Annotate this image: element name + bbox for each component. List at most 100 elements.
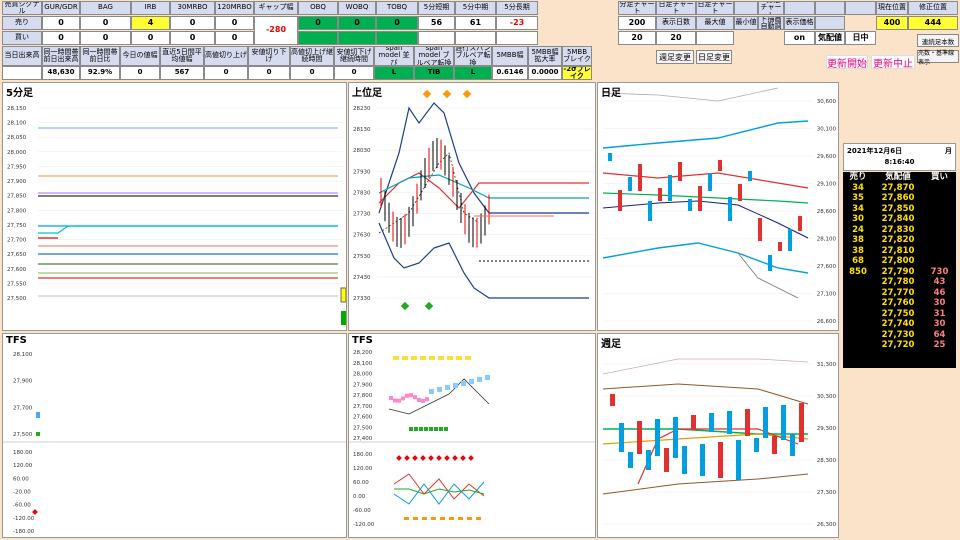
axis-tick-label: 27,700: [13, 405, 33, 411]
board-price: 27,780: [881, 277, 915, 287]
settings-header: [815, 16, 845, 30]
update-start-button[interactable]: 更新開始: [826, 55, 868, 70]
weekly-change-button[interactable]: 週足変更: [656, 50, 694, 64]
daily-change-button[interactable]: 日足変更: [696, 50, 732, 64]
signal-value: 0: [42, 31, 80, 45]
axis-tick-label: -180.00: [13, 529, 35, 535]
metric-value: 0: [290, 66, 334, 80]
chart-title: TFS: [6, 335, 27, 346]
signal-value: [298, 31, 338, 45]
candle: [628, 177, 632, 191]
table-header: 安値切下げ継続時間: [334, 46, 374, 66]
axis-tick-label: 28230: [353, 106, 371, 112]
signal-value: [376, 31, 418, 45]
candle: [619, 423, 624, 452]
settings-header: [734, 1, 758, 15]
board-buy-qty: 64: [933, 329, 946, 340]
chart-tfs-1: TFS 28,100 27,900 27,700 27,500 180.00 120.00…: [2, 333, 347, 538]
candle: [798, 216, 802, 231]
metric-value: 48,630: [42, 66, 80, 80]
series-line: [602, 87, 779, 102]
signal-marker: [36, 432, 40, 436]
axis-tick-label: 28,000: [353, 372, 373, 378]
candle: [745, 409, 750, 436]
axis-tick-label: 30,600: [817, 99, 837, 105]
board-price: 27,860: [881, 193, 915, 203]
table-header: 安値切り下げ: [248, 46, 290, 66]
chart-weekly: 週足 31,300 30,300 29,300 28,300 27,300 26,300: [597, 333, 839, 538]
axis-tick-label: 26,600: [817, 319, 837, 325]
table-header: 5分短期: [418, 1, 455, 15]
settings-header: [845, 1, 876, 15]
update-stop-button[interactable]: 更新中止: [871, 55, 915, 70]
candle: [781, 405, 786, 440]
board-sell-qty: [843, 288, 873, 299]
axis-tick-label: 180.00: [353, 452, 373, 458]
table-header: 今日の値幅: [120, 46, 160, 66]
board-row: 38 27,820: [843, 235, 956, 246]
signal-marker: [36, 412, 40, 418]
board-buy-qty: [923, 235, 956, 246]
candle: [688, 199, 692, 211]
axis-tick-label: 27430: [353, 275, 371, 281]
axis-tick-label: 27830: [353, 190, 371, 196]
board-row: 27,750 31: [843, 309, 956, 320]
candle: [718, 160, 722, 171]
axis-tick-label: 27,800: [353, 393, 373, 399]
board-buy-qty: 730: [930, 266, 949, 277]
axis-tick-label: 28,100: [817, 237, 837, 243]
axis-tick-label: 27,500: [7, 296, 27, 302]
board-buy-qty: [923, 214, 956, 225]
series-line: [602, 473, 809, 495]
board-header: 2021年12月6日 月 8:16:40: [843, 143, 956, 171]
axis-tick-label: 28,600: [817, 209, 837, 215]
board-row: 850 27,790 730: [843, 267, 956, 278]
table-header: 売買シグナル: [2, 1, 42, 15]
arrow-icon: [341, 311, 346, 325]
axis-tick-label: 0.00: [353, 494, 366, 500]
signal-value: 56: [418, 16, 455, 30]
table-header: ギャップ幅: [254, 1, 298, 15]
metric-value: 0.0000: [528, 66, 562, 80]
axis-tick-label: 29,100: [817, 182, 837, 188]
axis-tick-label: -120.00: [353, 522, 375, 528]
axis-tick-label: 120.00: [353, 466, 373, 472]
board-row: 34 27,870: [843, 183, 956, 194]
board-buy-qty: 31: [933, 308, 946, 319]
arrow-icon: [340, 287, 346, 303]
board-row: 27,730 64: [843, 330, 956, 341]
axis-tick-label: 27,500: [353, 425, 373, 431]
series-line: [602, 120, 809, 149]
board-buy-qty: 30: [933, 298, 946, 308]
axis-tick-label: 28,100: [13, 352, 33, 358]
board-date: 2021年12月6日: [847, 147, 903, 155]
settings-header: 日足チャート: [696, 1, 734, 15]
table-header: 5分長期: [496, 1, 538, 15]
candle: [763, 407, 768, 438]
settings-value: 気配値: [815, 31, 845, 45]
signal-marker: [424, 301, 434, 311]
table-header: 5MBB ブレイク: [562, 46, 592, 66]
board-price: 27,850: [881, 203, 915, 214]
signal-marker: [400, 301, 410, 311]
axis-tick-label: 27,800: [7, 208, 27, 214]
axis-tick-label: 28130: [353, 127, 371, 133]
signal-marker: [32, 509, 38, 515]
table-header: OBQ: [298, 1, 338, 15]
series-line: [393, 473, 485, 500]
axis-tick-label: 26,300: [817, 522, 837, 528]
axis-tick-label: 27,600: [353, 415, 373, 421]
board-row: 27,740 30: [843, 319, 956, 330]
series-line: [394, 488, 485, 495]
candle: [728, 197, 732, 221]
axis-tick-label: 27530: [353, 254, 371, 260]
axis-tick-label: 27,900: [13, 379, 33, 385]
metric-value: -2σブレイク: [562, 66, 592, 80]
board-price: 27,720: [881, 340, 915, 350]
param-button[interactable]: 連続足本数: [917, 34, 959, 47]
table-header: 5MBB幅拡大率: [528, 46, 562, 66]
reset-button[interactable]: 売数・基準線表示: [917, 50, 959, 66]
axis-tick-label: 180.00: [13, 450, 33, 456]
settings-header: [784, 1, 815, 15]
table-header: 遅行スパン ブルベア転換: [454, 46, 492, 66]
